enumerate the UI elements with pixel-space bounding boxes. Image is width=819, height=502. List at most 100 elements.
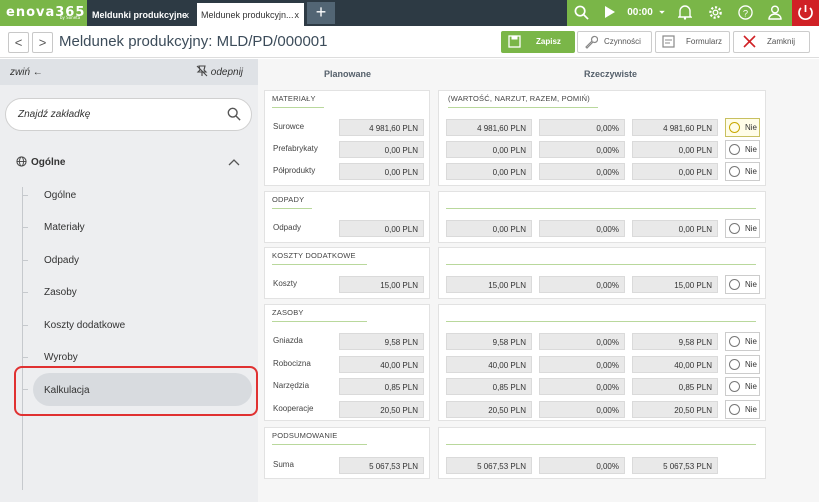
- skip-toggle[interactable]: Nie: [725, 219, 760, 238]
- chevron-up-icon[interactable]: [228, 158, 240, 166]
- markup-field[interactable]: 0,00%: [539, 163, 625, 180]
- actual-value-field[interactable]: 4 981,60 PLN: [446, 119, 532, 136]
- planned-value-field[interactable]: 0,85 PLN: [339, 378, 424, 395]
- actual-value-field[interactable]: 20,50 PLN: [446, 401, 532, 418]
- markup-field[interactable]: 0,00%: [539, 401, 625, 418]
- form-button[interactable]: Formularz: [655, 31, 730, 53]
- radio-circle-icon: [729, 279, 740, 290]
- tab-close-icon[interactable]: x: [185, 10, 190, 20]
- total-field[interactable]: 0,85 PLN: [632, 378, 718, 395]
- tab-close-icon[interactable]: x: [295, 10, 300, 20]
- enova-logo[interactable]: enova365 by Soneta: [0, 0, 87, 26]
- sidebar-item-wyroby[interactable]: Wyroby: [44, 352, 78, 363]
- radio-circle-icon: [729, 336, 740, 347]
- total-field[interactable]: 0,00 PLN: [632, 163, 718, 180]
- forward-button[interactable]: >: [32, 32, 53, 53]
- planned-value-field[interactable]: 40,00 PLN: [339, 356, 424, 373]
- tab-meldunek-produkcyjny[interactable]: Meldunek produkcyjn... x: [197, 3, 304, 26]
- planned-value-field[interactable]: 20,50 PLN: [339, 401, 424, 418]
- actual-value-field[interactable]: 0,00 PLN: [446, 220, 532, 237]
- skip-toggle[interactable]: Nie: [725, 332, 760, 351]
- radio-circle-icon: [729, 223, 740, 234]
- collapse-button[interactable]: zwiń ←: [10, 67, 43, 78]
- sidebar-item-ogolne[interactable]: Ogólne: [44, 190, 76, 201]
- actual-value-field[interactable]: 40,00 PLN: [446, 356, 532, 373]
- planned-value-field[interactable]: 0,00 PLN: [339, 220, 424, 237]
- total-field[interactable]: 9,58 PLN: [632, 333, 718, 350]
- planned-value-field[interactable]: 5 067,53 PLN: [339, 457, 424, 474]
- sidebar-item-odpady[interactable]: Odpady: [44, 255, 79, 266]
- actual-value-field[interactable]: 9,58 PLN: [446, 333, 532, 350]
- markup-field[interactable]: 0,00%: [539, 141, 625, 158]
- actions-button[interactable]: Czynności: [577, 31, 652, 53]
- sidebar-item-zasoby[interactable]: Zasoby: [44, 287, 77, 298]
- row-label: Gniazda: [273, 336, 303, 345]
- planned-value-field[interactable]: 4 981,60 PLN: [339, 119, 424, 136]
- planned-value-field[interactable]: 15,00 PLN: [339, 276, 424, 293]
- total-field[interactable]: 20,50 PLN: [632, 401, 718, 418]
- planned-column-header: Planowane: [324, 69, 372, 79]
- markup-field[interactable]: 0,00%: [539, 220, 625, 237]
- actual-value-field[interactable]: 15,00 PLN: [446, 276, 532, 293]
- sidebar-item-koszty-dodatkowe[interactable]: Koszty dodatkowe: [44, 320, 125, 331]
- highlight-box: [14, 366, 258, 416]
- gear-icon[interactable]: [703, 0, 727, 26]
- unpin-button[interactable]: odepnij: [196, 65, 243, 78]
- skip-toggle[interactable]: Nie: [725, 400, 760, 419]
- sidebar: zwiń ← odepnij Znajdź zakładkę Ogólne Og…: [0, 59, 258, 502]
- skip-toggle[interactable]: Nie: [725, 355, 760, 374]
- markup-field[interactable]: 0,00%: [539, 378, 625, 395]
- play-icon[interactable]: [598, 0, 622, 26]
- section-underline: [446, 321, 756, 322]
- total-field[interactable]: 0,00 PLN: [632, 220, 718, 237]
- section-title: KOSZTY DODATKOWE: [272, 251, 367, 265]
- skip-toggle[interactable]: Nie: [725, 140, 760, 159]
- markup-field[interactable]: 0,00%: [539, 356, 625, 373]
- user-icon[interactable]: [763, 0, 787, 26]
- tab-search-input[interactable]: Znajdź zakładkę: [5, 98, 252, 131]
- skip-toggle[interactable]: Nie: [725, 377, 760, 396]
- title-bar: < > Meldunek produkcyjny: MLD/PD/000001 …: [0, 26, 819, 58]
- sidebar-item-materialy[interactable]: Materiały: [44, 222, 85, 233]
- planned-value-field[interactable]: 0,00 PLN: [339, 163, 424, 180]
- close-button[interactable]: Zamknij: [733, 31, 810, 53]
- timer-dropdown-icon[interactable]: ⏷: [656, 0, 668, 26]
- skip-toggle[interactable]: Nie: [725, 275, 760, 294]
- total-field[interactable]: 40,00 PLN: [632, 356, 718, 373]
- add-tab-button[interactable]: +: [307, 2, 335, 24]
- total-field[interactable]: 4 981,60 PLN: [632, 119, 718, 136]
- search-icon[interactable]: [567, 0, 595, 26]
- markup-field[interactable]: 0,00%: [539, 333, 625, 350]
- tab-meldunki-produkcyjne[interactable]: Meldunki produkcyjne x: [88, 3, 194, 26]
- total-field[interactable]: 15,00 PLN: [632, 276, 718, 293]
- skip-toggle-label: Nie: [745, 405, 758, 414]
- total-field[interactable]: 5 067,53 PLN: [632, 457, 718, 474]
- search-icon[interactable]: [227, 107, 241, 124]
- planned-value-field[interactable]: 9,58 PLN: [339, 333, 424, 350]
- tree-line: [22, 187, 23, 490]
- actual-value-field[interactable]: 5 067,53 PLN: [446, 457, 532, 474]
- save-button[interactable]: Zapisz: [501, 31, 575, 53]
- markup-field[interactable]: 0,00%: [539, 119, 625, 136]
- total-field[interactable]: 0,00 PLN: [632, 141, 718, 158]
- skip-toggle[interactable]: Nie: [725, 162, 760, 181]
- skip-toggle-label: Nie: [745, 123, 758, 132]
- skip-toggle-label: Nie: [745, 382, 758, 391]
- help-icon[interactable]: ?: [733, 0, 757, 26]
- power-icon[interactable]: [792, 0, 819, 26]
- section-underline: [446, 444, 756, 445]
- floppy-icon: [508, 35, 521, 56]
- back-button[interactable]: <: [8, 32, 29, 53]
- actual-value-field[interactable]: 0,00 PLN: [446, 163, 532, 180]
- tree-tick: [22, 195, 28, 196]
- bell-icon[interactable]: [673, 0, 697, 26]
- actual-value-field[interactable]: 0,85 PLN: [446, 378, 532, 395]
- markup-field[interactable]: 0,00%: [539, 276, 625, 293]
- radio-circle-icon: [729, 404, 740, 415]
- actual-value-field[interactable]: 0,00 PLN: [446, 141, 532, 158]
- actual-subheader: (WARTOŚĆ, NARZUT, RAZEM, POMIŃ): [448, 94, 598, 108]
- group-ogolne[interactable]: Ogólne: [16, 156, 65, 168]
- markup-field[interactable]: 0,00%: [539, 457, 625, 474]
- planned-value-field[interactable]: 0,00 PLN: [339, 141, 424, 158]
- skip-toggle[interactable]: Nie: [725, 118, 760, 137]
